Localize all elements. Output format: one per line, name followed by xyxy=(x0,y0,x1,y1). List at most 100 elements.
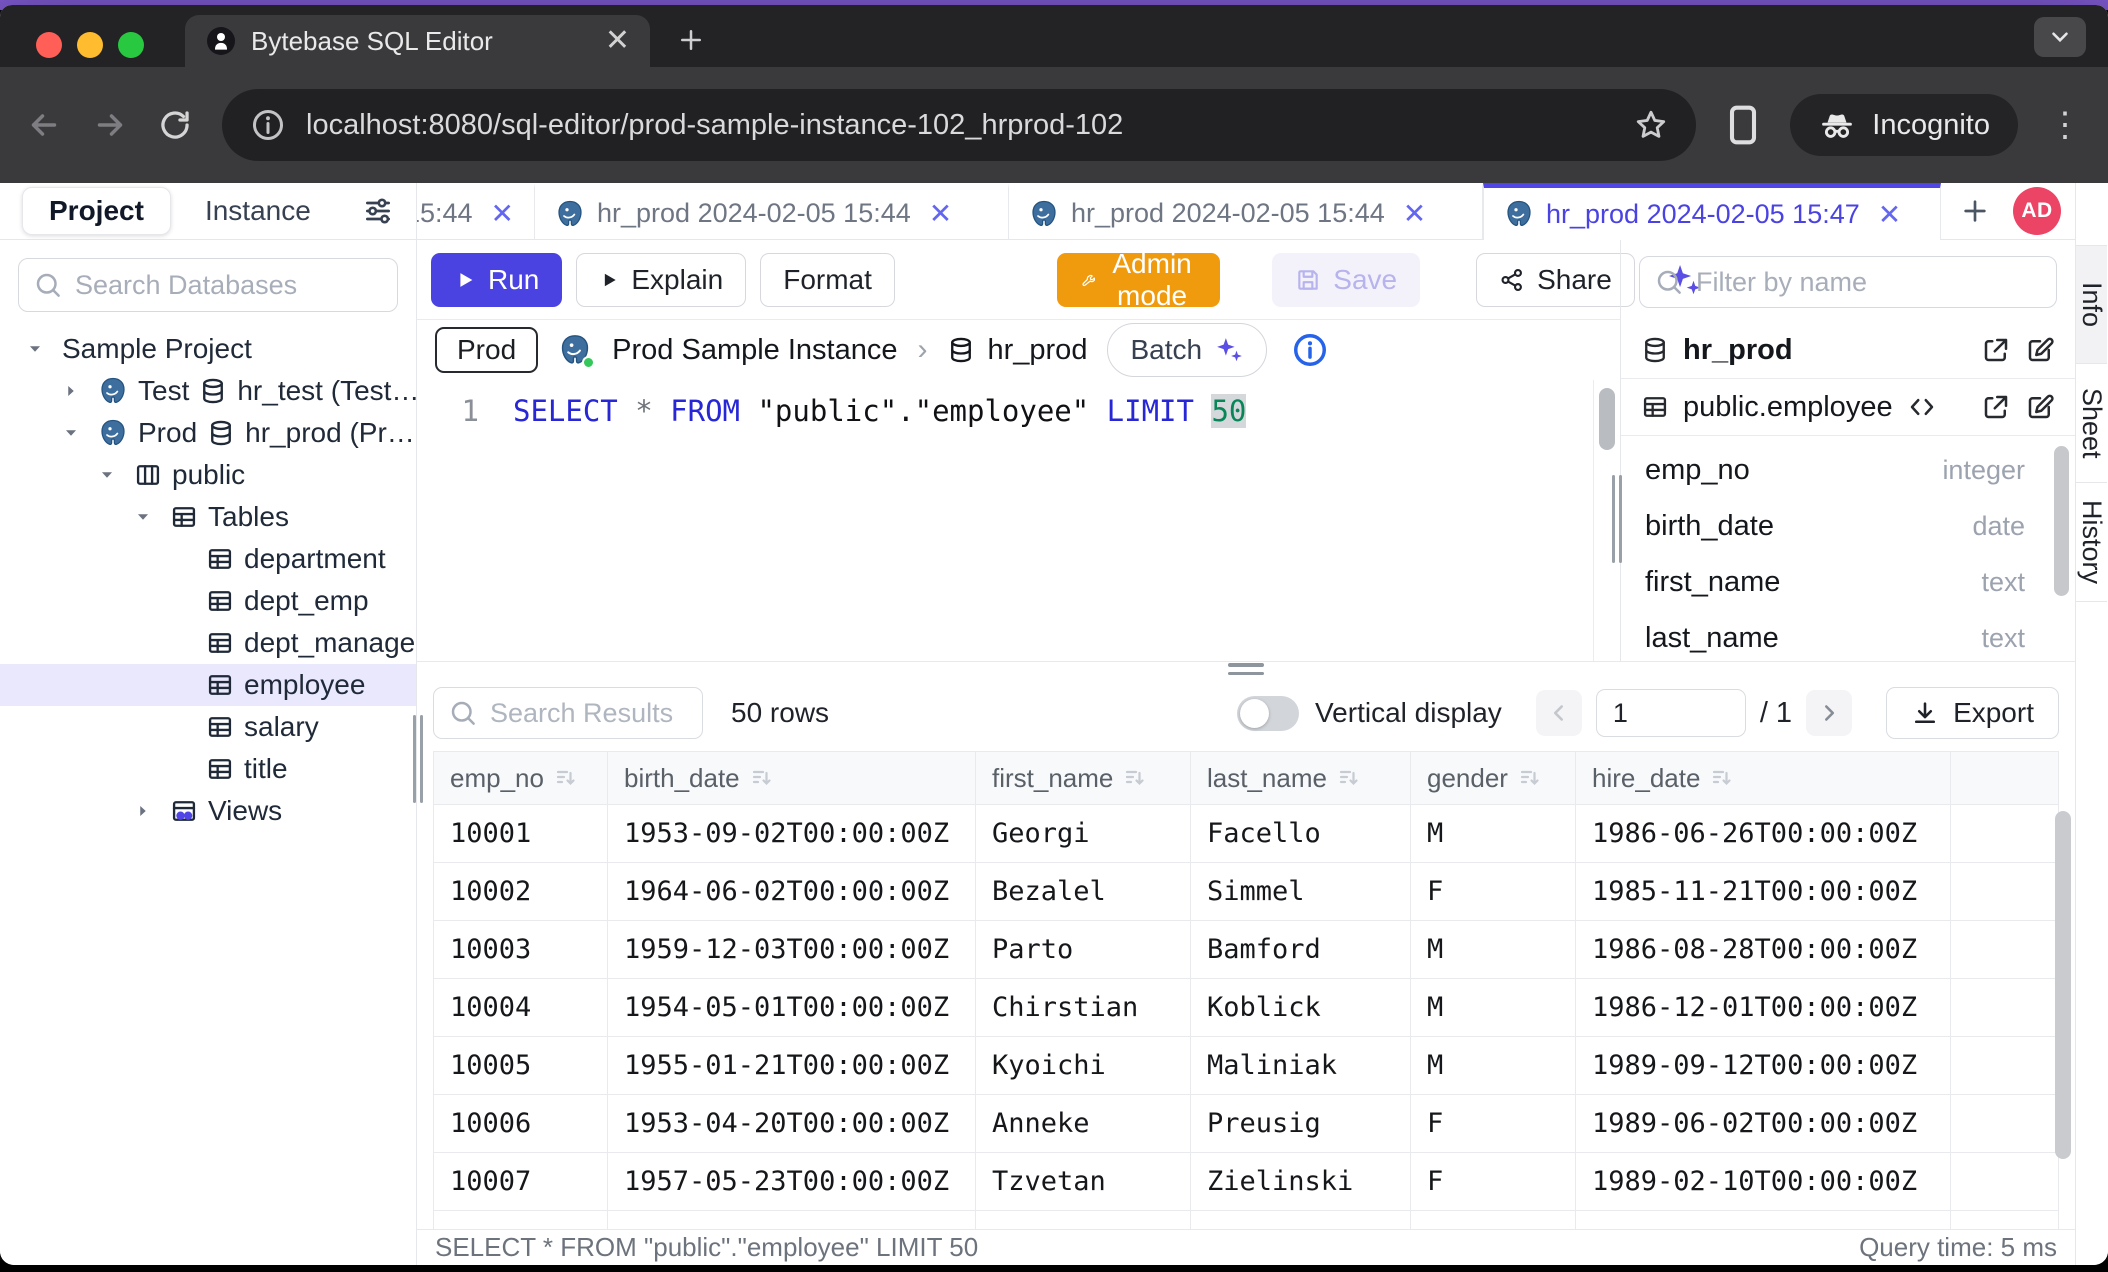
edit-icon[interactable] xyxy=(2025,335,2055,365)
editor-scrollbar-thumb[interactable] xyxy=(1599,388,1615,450)
schema-column-row[interactable]: last_name text xyxy=(1621,610,2075,661)
table-cell[interactable]: Preusig xyxy=(1191,1095,1411,1153)
table-cell[interactable]: Simmel xyxy=(1191,863,1411,921)
table-cell[interactable]: 10006 xyxy=(434,1095,608,1153)
table-cell[interactable]: 10001 xyxy=(434,805,608,863)
schema-column-row[interactable]: birth_date date xyxy=(1621,498,2075,554)
prev-page-button[interactable] xyxy=(1536,690,1582,736)
column-header[interactable]: gender xyxy=(1411,752,1576,805)
share-button[interactable]: Share xyxy=(1476,253,1635,307)
new-worksheet-button[interactable] xyxy=(1941,183,2009,239)
user-avatar[interactable]: AD xyxy=(2013,187,2061,235)
browser-menu-icon[interactable]: ⋮ xyxy=(2048,115,2082,135)
database-crumb[interactable]: hr_prod xyxy=(947,334,1087,367)
table-cell[interactable]: Bezalel xyxy=(976,863,1191,921)
schema-scrollbar-thumb[interactable] xyxy=(2054,446,2069,596)
tree-item[interactable]: Views xyxy=(0,790,416,832)
table-cell[interactable]: Maliniak xyxy=(1191,1037,1411,1095)
table-cell[interactable]: 10002 xyxy=(434,863,608,921)
schema-filter-input[interactable] xyxy=(1696,267,2042,298)
table-cell[interactable]: 1953-09-02T00:00:00Z xyxy=(608,805,976,863)
export-button[interactable]: Export xyxy=(1886,687,2059,739)
results-scrollbar-thumb[interactable] xyxy=(2055,811,2071,1159)
tree-expand-icon[interactable] xyxy=(54,422,88,444)
tab-instance[interactable]: Instance xyxy=(179,188,337,234)
table-cell[interactable]: M xyxy=(1411,921,1576,979)
format-button[interactable]: Format xyxy=(760,253,895,307)
table-cell[interactable]: 1989-06-02T00:00:00Z xyxy=(1576,1095,1951,1153)
schema-table-row[interactable]: public.employee xyxy=(1621,379,2075,436)
url-text[interactable]: localhost:8080/sql-editor/prod-sample-in… xyxy=(306,109,1614,142)
tree-item[interactable]: Sample Project xyxy=(0,328,416,370)
tree-item[interactable]: title xyxy=(0,748,416,790)
table-cell[interactable]: 10007 xyxy=(434,1153,608,1211)
table-cell[interactable]: 1959-12-03T00:00:00Z xyxy=(608,921,976,979)
schema-filter[interactable] xyxy=(1639,256,2057,308)
table-cell[interactable]: 1964-06-02T00:00:00Z xyxy=(608,863,976,921)
worksheet-tab[interactable]: 5 15:44 ✕ xyxy=(417,183,535,239)
column-header[interactable]: first_name xyxy=(976,752,1191,805)
tree-item[interactable]: public xyxy=(0,454,416,496)
site-info-icon[interactable] xyxy=(250,107,286,143)
zoom-window-button[interactable] xyxy=(118,32,144,58)
splitter-handle-icon[interactable] xyxy=(1228,663,1264,675)
database-search-input[interactable] xyxy=(75,270,383,301)
table-cell[interactable]: 10003 xyxy=(434,921,608,979)
database-search[interactable] xyxy=(18,258,398,312)
tree-expand-icon[interactable] xyxy=(90,464,124,486)
table-cell[interactable]: 1954-05-01T00:00:00Z xyxy=(608,979,976,1037)
table-cell[interactable]: 1953-04-20T00:00:00Z xyxy=(608,1095,976,1153)
reload-icon[interactable] xyxy=(158,108,192,142)
tab-project[interactable]: Project xyxy=(22,187,171,235)
table-cell[interactable]: 1986-06-26T00:00:00Z xyxy=(1576,805,1951,863)
table-cell[interactable]: Kyoichi xyxy=(976,1037,1191,1095)
edit-icon[interactable] xyxy=(2025,392,2055,422)
table-cell[interactable]: F xyxy=(1411,1153,1576,1211)
results-search-input[interactable] xyxy=(490,698,688,729)
tree-item[interactable]: dept_emp xyxy=(0,580,416,622)
explain-button[interactable]: Explain xyxy=(576,253,746,307)
environment-chip[interactable]: Prod xyxy=(435,327,538,373)
table-cell[interactable]: 1985-11-21T00:00:00Z xyxy=(1576,863,1951,921)
connection-info-icon[interactable] xyxy=(1291,331,1329,369)
results-search[interactable] xyxy=(433,687,703,739)
table-cell[interactable]: Anneke xyxy=(976,1095,1191,1153)
table-cell[interactable]: Tzvetan xyxy=(976,1153,1191,1211)
tree-item[interactable]: employee xyxy=(0,664,416,706)
column-header[interactable]: hire_date xyxy=(1576,752,1951,805)
table-cell[interactable]: M xyxy=(1411,1037,1576,1095)
table-cell[interactable]: F xyxy=(1411,863,1576,921)
tree-expand-icon[interactable] xyxy=(126,800,160,822)
table-cell[interactable]: Georgi xyxy=(976,805,1191,863)
run-button[interactable]: Run xyxy=(431,253,562,307)
filter-settings-icon[interactable] xyxy=(362,195,394,227)
tree-item[interactable]: Prodhr_prod (Pr… xyxy=(0,412,416,454)
tree-item[interactable]: department xyxy=(0,538,416,580)
forward-icon[interactable] xyxy=(92,107,128,143)
next-page-button[interactable] xyxy=(1806,690,1852,736)
table-cell[interactable]: 1989-09-12T00:00:00Z xyxy=(1576,1037,1951,1095)
schema-column-row[interactable]: first_name text xyxy=(1621,554,2075,610)
close-window-button[interactable] xyxy=(36,32,62,58)
external-link-icon[interactable] xyxy=(1981,392,2011,422)
rail-tab-info[interactable]: Info xyxy=(2076,245,2107,364)
table-cell[interactable]: 1986-12-01T00:00:00Z xyxy=(1576,979,1951,1037)
table-cell[interactable]: Zielinski xyxy=(1191,1153,1411,1211)
tab-search-chevron-button[interactable] xyxy=(2034,17,2086,57)
close-tab-icon[interactable]: ✕ xyxy=(929,197,952,230)
column-header[interactable]: last_name xyxy=(1191,752,1411,805)
sort-icon[interactable] xyxy=(1518,766,1542,790)
instance-name[interactable]: Prod Sample Instance xyxy=(612,334,897,367)
tree-expand-icon[interactable] xyxy=(126,506,160,528)
new-browser-tab-button[interactable] xyxy=(676,25,706,55)
tree-item[interactable]: Testhr_test (Test… xyxy=(0,370,416,412)
close-tab-icon[interactable]: ✕ xyxy=(491,197,514,230)
rail-tab-sheet[interactable]: Sheet xyxy=(2076,364,2107,483)
table-cell[interactable]: Chirstian xyxy=(976,979,1191,1037)
side-panel-icon[interactable] xyxy=(1726,103,1760,147)
table-cell[interactable]: 10005 xyxy=(434,1037,608,1095)
batch-mode-button[interactable]: Batch xyxy=(1107,323,1267,377)
table-cell[interactable]: Bamford xyxy=(1191,921,1411,979)
table-cell[interactable]: M xyxy=(1411,805,1576,863)
sql-code-editor[interactable]: 1 SELECT * FROM "public"."employee" LIMI… xyxy=(417,380,1620,661)
